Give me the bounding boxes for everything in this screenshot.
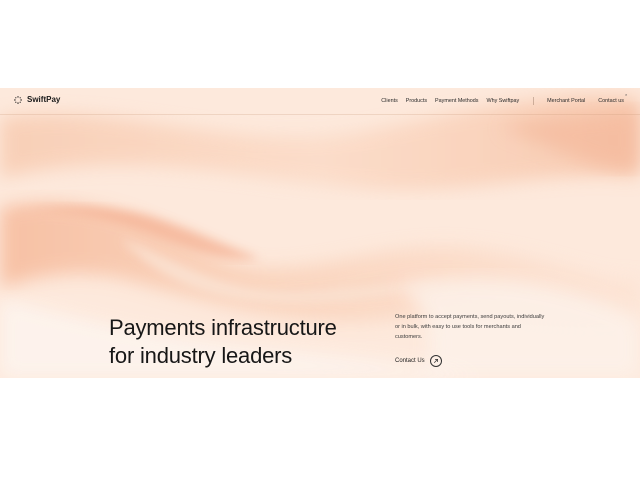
hero-headline: Payments infrastructure for industry lea… (109, 314, 337, 370)
nav-links: Clients Products Payment Methods Why Swi… (381, 97, 624, 105)
top-navigation: SwiftPay Clients Products Payment Method… (0, 88, 640, 115)
arrow-up-right-icon (429, 355, 442, 367)
nav-link-clients[interactable]: Clients (381, 98, 397, 104)
nav-link-products[interactable]: Products (406, 98, 427, 104)
hero-headline-line-1: Payments infrastructure (109, 315, 337, 340)
brand-name: SwiftPay (27, 95, 61, 104)
brand-logo[interactable]: SwiftPay (14, 95, 60, 104)
contact-us-label: Contact Us (395, 358, 425, 364)
dotted-burst-icon (14, 95, 22, 104)
nav-divider (533, 97, 535, 105)
hero-headline-line-2: for industry leaders (109, 343, 293, 368)
hero-description: One platform to accept payments, send pa… (395, 314, 545, 340)
close-icon[interactable]: × (625, 92, 627, 97)
nav-link-merchant-portal[interactable]: Merchant Portal (547, 98, 585, 104)
contact-us-button[interactable]: Contact Us (395, 355, 442, 367)
nav-link-contact-us[interactable]: Contact us (598, 98, 624, 104)
nav-link-why-swiftpay[interactable]: Why Swiftpay (487, 98, 520, 104)
nav-link-payment-methods[interactable]: Payment Methods (435, 98, 478, 104)
